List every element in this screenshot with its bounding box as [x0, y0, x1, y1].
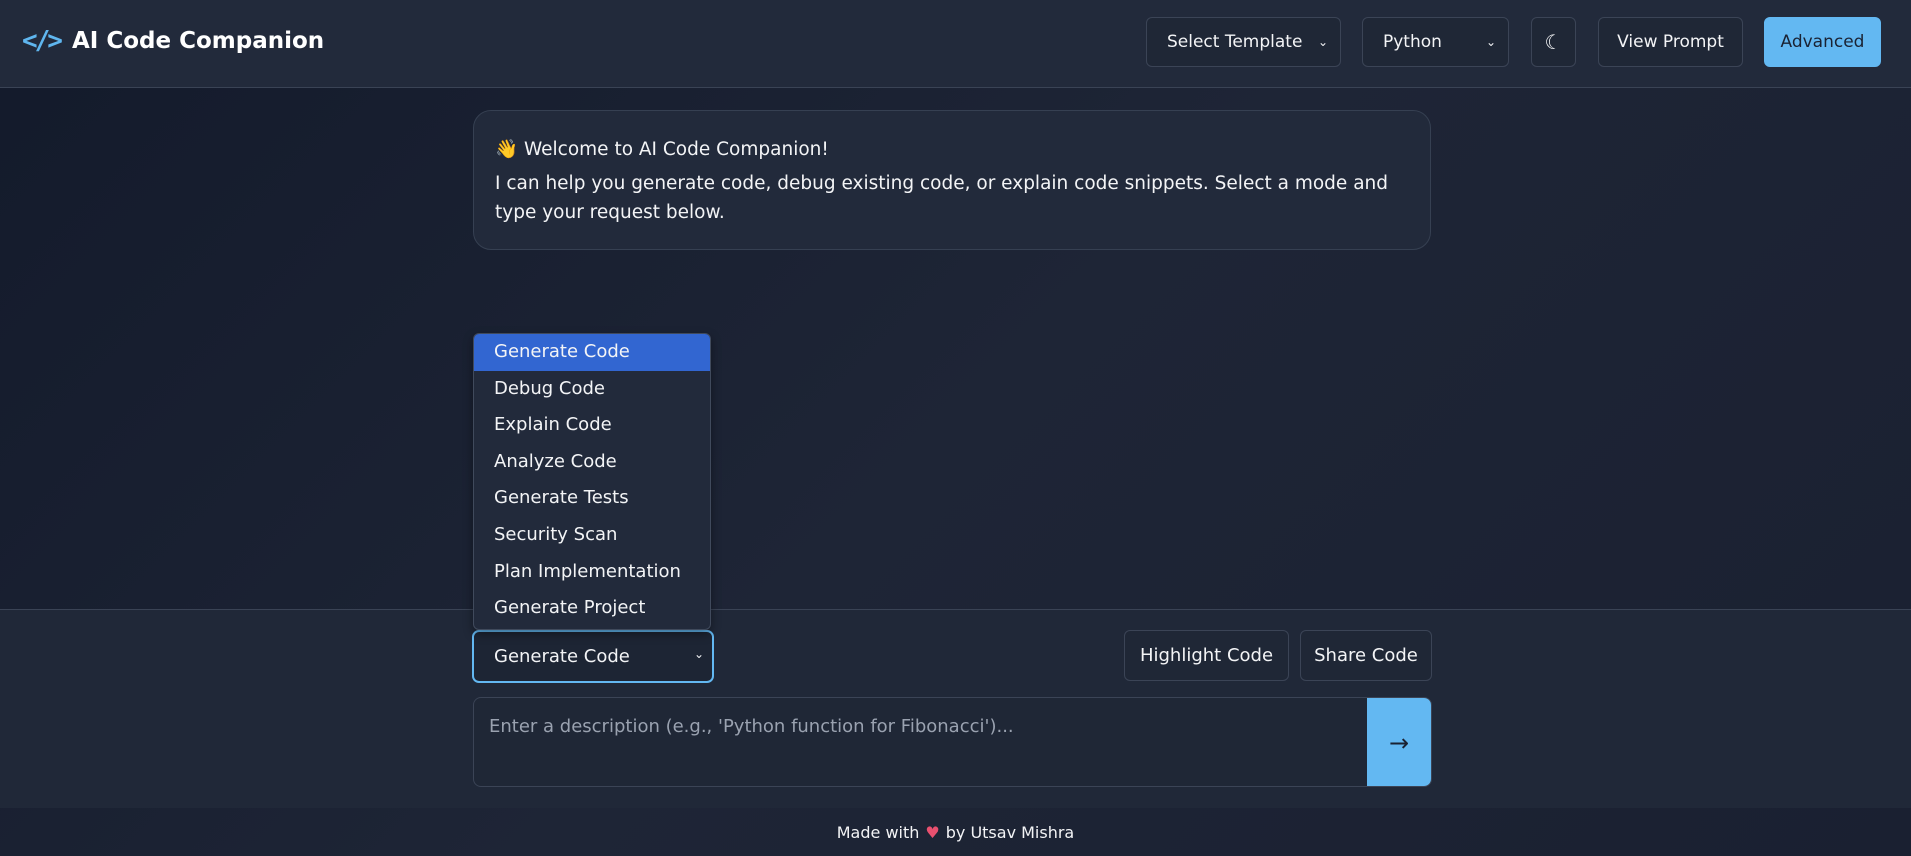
template-select-label: Select Template: [1167, 32, 1303, 52]
welcome-heading: 👋 Welcome to AI Code Companion!: [495, 135, 1409, 165]
chevron-down-icon: ⌄: [1317, 35, 1328, 49]
mode-option-analyze-code[interactable]: Analyze Code: [474, 444, 710, 481]
welcome-heading-text: Welcome to AI Code Companion!: [523, 139, 829, 160]
mode-select-label: Generate Code: [494, 646, 630, 667]
mode-option-security-scan[interactable]: Security Scan: [474, 517, 710, 554]
advanced-button[interactable]: Advanced: [1764, 17, 1881, 67]
theme-toggle-button[interactable]: ☾: [1531, 17, 1576, 67]
language-select-label: Python: [1383, 32, 1442, 52]
mode-select[interactable]: Generate Code ⌄: [472, 630, 714, 683]
mode-option-generate-project[interactable]: Generate Project: [474, 590, 710, 627]
mode-option-generate-tests[interactable]: Generate Tests: [474, 480, 710, 517]
heart-icon: ♥: [925, 822, 940, 842]
footer: Made with ♥ by Utsav Mishra: [0, 808, 1911, 856]
send-button[interactable]: →: [1367, 698, 1431, 786]
highlight-code-button[interactable]: Highlight Code: [1124, 630, 1289, 681]
app-header: </> AI Code Companion Select Template ⌄ P…: [0, 0, 1911, 88]
app-title: AI Code Companion: [72, 28, 325, 54]
language-select[interactable]: Python ⌄: [1362, 17, 1509, 67]
moon-icon: ☾: [1544, 30, 1563, 54]
mode-option-generate-code[interactable]: Generate Code: [474, 334, 710, 371]
template-select[interactable]: Select Template ⌄: [1146, 17, 1341, 67]
chevron-down-icon: ⌄: [693, 647, 704, 661]
view-prompt-button[interactable]: View Prompt: [1598, 17, 1743, 67]
welcome-message: 👋 Welcome to AI Code Companion! I can he…: [473, 110, 1431, 250]
prompt-input-wrapper: →: [473, 697, 1432, 787]
footer-author: by Utsav Mishra: [945, 822, 1075, 842]
mode-option-debug-code[interactable]: Debug Code: [474, 371, 710, 408]
code-icon: </>: [22, 26, 63, 56]
prompt-input[interactable]: [474, 698, 1369, 786]
mode-option-explain-code[interactable]: Explain Code: [474, 407, 710, 444]
arrow-right-icon: →: [1388, 729, 1410, 757]
share-code-button[interactable]: Share Code: [1300, 630, 1432, 681]
wave-icon: 👋: [495, 139, 519, 160]
mode-dropdown-list[interactable]: Generate Code Debug Code Explain Code An…: [473, 333, 711, 630]
welcome-body: I can help you generate code, debug exis…: [495, 172, 1388, 224]
footer-prefix: Made with: [836, 822, 920, 842]
chevron-down-icon: ⌄: [1485, 35, 1496, 49]
mode-option-plan-implementation[interactable]: Plan Implementation: [474, 554, 710, 591]
